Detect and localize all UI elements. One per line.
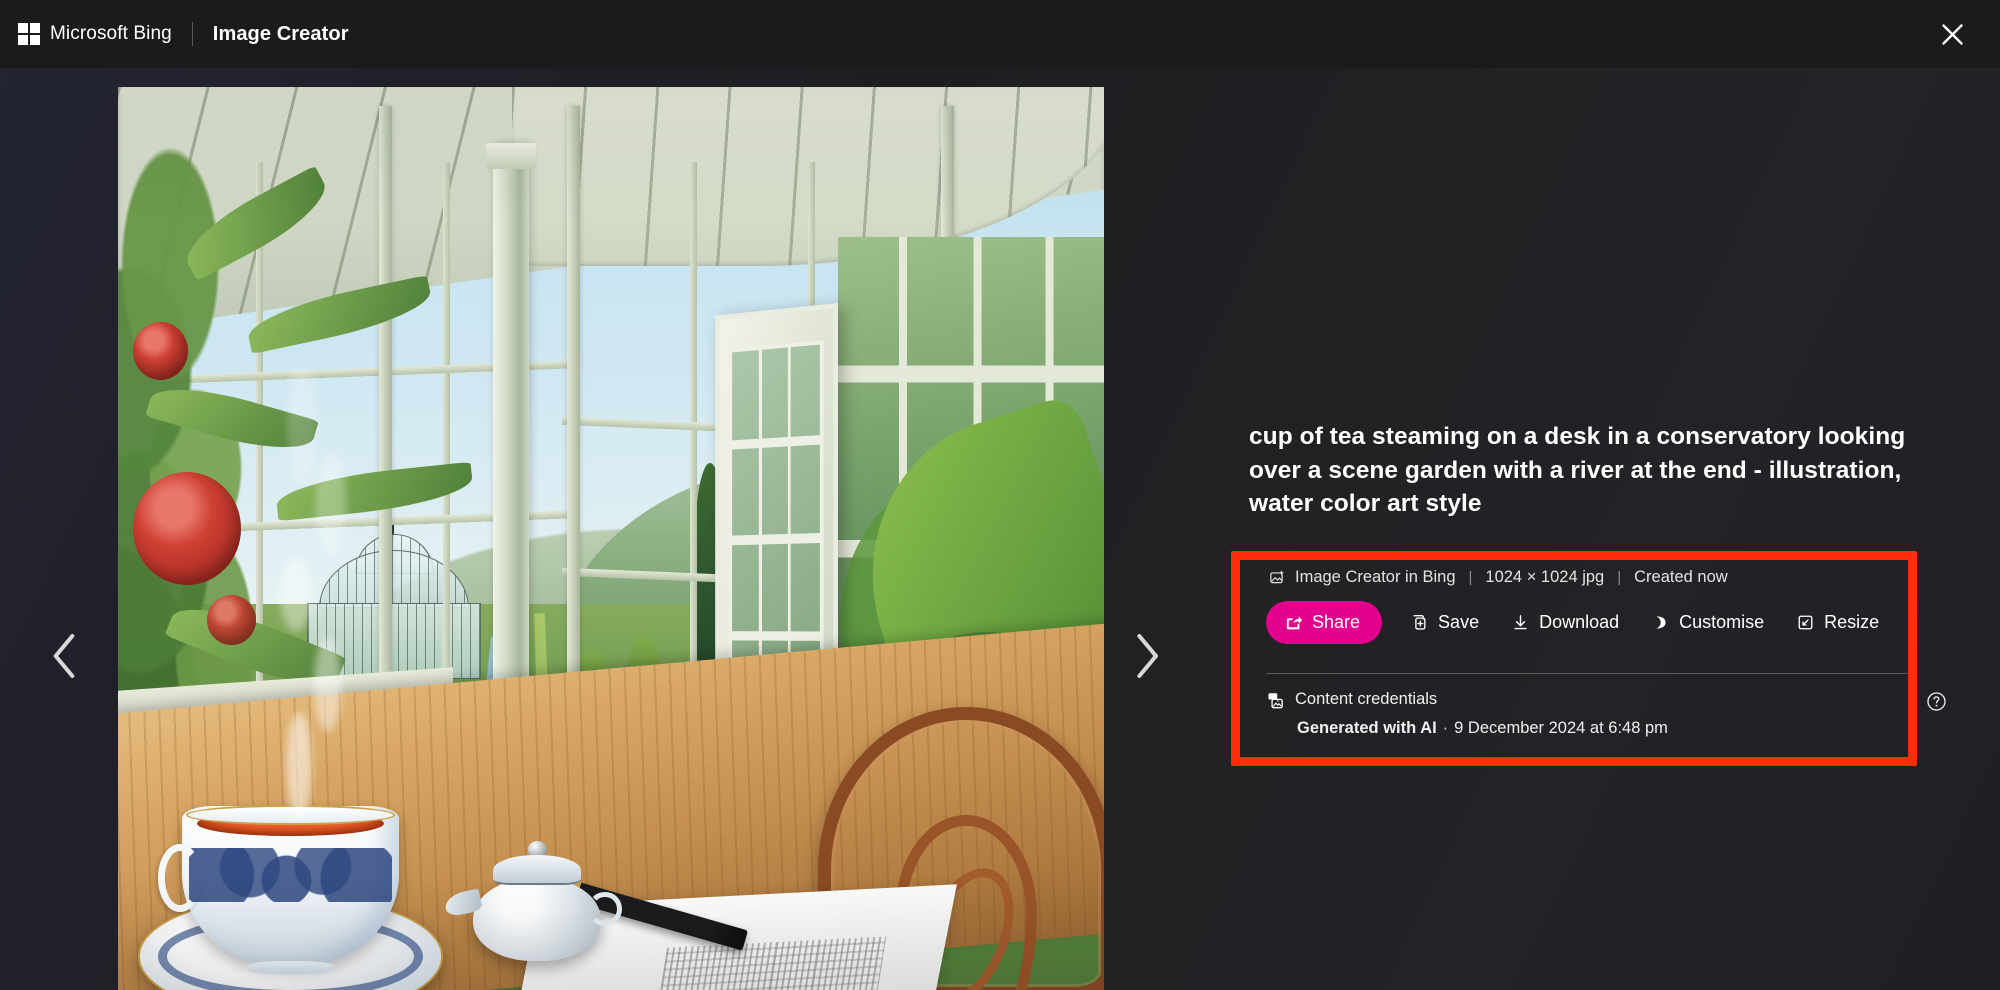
save-label: Save bbox=[1438, 612, 1480, 632]
resize-label: Resize bbox=[1824, 612, 1880, 632]
metadata-created: Created now bbox=[1634, 568, 1728, 586]
generated-with-ai-label: Generated with AI bbox=[1297, 719, 1437, 737]
cup-handle bbox=[158, 844, 202, 912]
content-credentials: Content credentials Generated with AI · 9 … bbox=[1266, 690, 1668, 738]
brand-name: Microsoft Bing bbox=[50, 23, 172, 44]
app-header: Microsoft Bing Image Creator bbox=[0, 0, 2000, 68]
product-name: Image Creator bbox=[212, 22, 349, 45]
rose-bloom bbox=[132, 472, 242, 586]
help-circle-icon bbox=[1926, 691, 1946, 711]
close-button[interactable] bbox=[1930, 12, 1974, 56]
action-toolbar: Share Save Download Customise Resize bbox=[1266, 601, 1895, 644]
customise-label: Customise bbox=[1679, 612, 1765, 632]
close-icon bbox=[1941, 23, 1963, 45]
chevron-right-icon bbox=[1137, 634, 1158, 678]
cup-foot bbox=[247, 961, 334, 974]
image-sparkle-icon bbox=[1269, 569, 1286, 586]
steam bbox=[236, 369, 395, 821]
content-credentials-detail: Generated with AI · 9 December 2024 at 6:4… bbox=[1297, 719, 1668, 738]
share-label: Share bbox=[1312, 612, 1361, 632]
teapot-handle bbox=[588, 891, 622, 926]
download-icon bbox=[1511, 613, 1530, 632]
content-credentials-header: Content credentials bbox=[1266, 690, 1668, 715]
separator-dot: · bbox=[1442, 719, 1449, 737]
microsoft-logo-icon bbox=[18, 23, 40, 45]
share-button[interactable]: Share bbox=[1266, 601, 1383, 644]
metadata-separator: | bbox=[1617, 569, 1622, 586]
artwork-canvas bbox=[118, 87, 1104, 990]
previous-image-button[interactable] bbox=[32, 624, 96, 688]
generated-image[interactable] bbox=[118, 87, 1104, 990]
resize-button[interactable]: Resize bbox=[1780, 601, 1895, 644]
content-credentials-title: Content credentials bbox=[1295, 690, 1438, 708]
metadata-separator: | bbox=[1468, 569, 1473, 586]
prompt-text: cup of tea steaming on a desk in a conse… bbox=[1249, 423, 1906, 518]
save-collection-icon bbox=[1410, 613, 1429, 632]
metadata-dimensions: 1024 × 1024 jpg bbox=[1485, 568, 1605, 586]
content-credentials-icon bbox=[1266, 690, 1285, 715]
header-divider bbox=[191, 22, 193, 46]
panel-divider bbox=[1266, 673, 1914, 674]
teapot-lid bbox=[493, 854, 581, 886]
image-details-panel: cup of tea steaming on a desk in a conse… bbox=[1249, 420, 1949, 521]
share-icon bbox=[1284, 613, 1303, 632]
save-button[interactable]: Save bbox=[1394, 601, 1495, 644]
teacup bbox=[158, 804, 399, 974]
content-credentials-help-button[interactable] bbox=[1925, 690, 1947, 712]
rose-bud bbox=[132, 322, 188, 381]
download-label: Download bbox=[1539, 612, 1620, 632]
next-image-button[interactable] bbox=[1114, 624, 1178, 688]
generated-timestamp: 9 December 2024 at 6:48 pm bbox=[1454, 719, 1668, 737]
customise-button[interactable]: Customise bbox=[1635, 601, 1780, 644]
image-stage bbox=[0, 68, 1160, 990]
download-button[interactable]: Download bbox=[1495, 601, 1635, 644]
customise-icon bbox=[1651, 613, 1670, 632]
image-creator-viewer: Microsoft Bing Image Creator cup of tea … bbox=[0, 0, 2000, 990]
metadata-source: Image Creator in Bing bbox=[1295, 568, 1456, 586]
image-metadata: Image Creator in Bing | 1024 × 1024 jpg … bbox=[1269, 568, 1728, 587]
cup-blue-pattern bbox=[188, 847, 393, 902]
teapot bbox=[442, 841, 622, 962]
resize-icon bbox=[1796, 613, 1815, 632]
chevron-left-icon bbox=[53, 634, 75, 678]
